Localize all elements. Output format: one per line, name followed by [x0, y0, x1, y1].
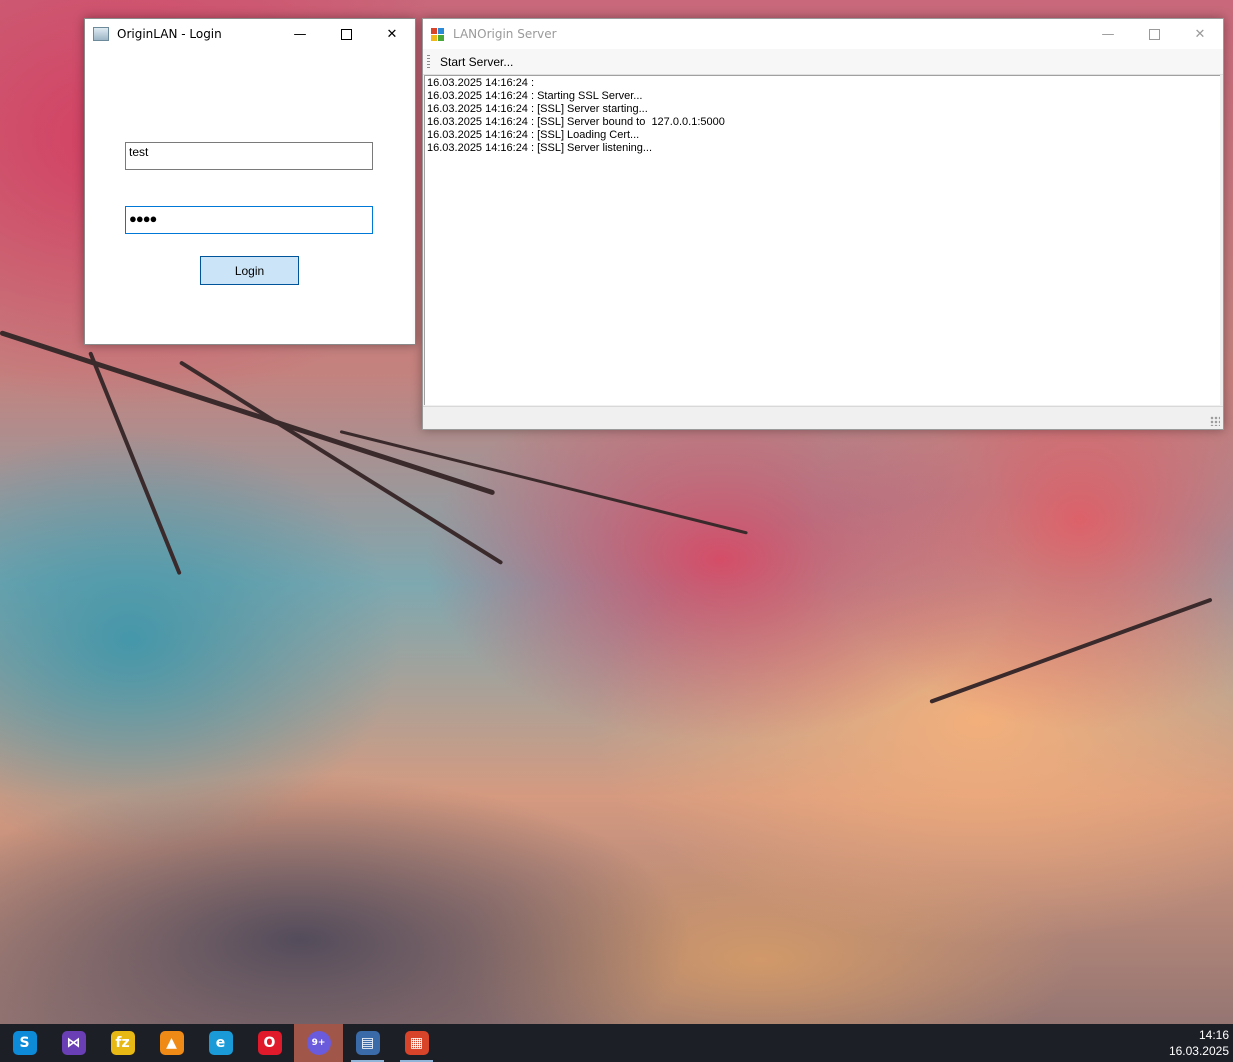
server-titlebar[interactable]: LANOrigin Server — ✕: [423, 19, 1223, 49]
vlc-icon: ▲: [159, 1031, 184, 1055]
clock-date: 16.03.2025: [1168, 1044, 1229, 1058]
taskbar-app-button[interactable]: O: [245, 1024, 294, 1062]
taskbar-app-button[interactable]: ▦: [392, 1024, 441, 1062]
window-app-icon: [93, 27, 109, 41]
server-window-title: LANOrigin Server: [453, 27, 557, 41]
minimize-button[interactable]: —: [1085, 19, 1131, 49]
password-input[interactable]: ●●●●: [125, 206, 373, 234]
visual-studio-icon: ⋈: [61, 1031, 86, 1055]
server-log[interactable]: 16.03.2025 14:16:24 :16.03.2025 14:16:24…: [424, 75, 1220, 405]
skype-icon: S: [12, 1031, 37, 1055]
log-line: 16.03.2025 14:16:24 : Starting SSL Serve…: [427, 90, 643, 102]
opera-icon: O: [257, 1031, 282, 1055]
maximize-icon: [1148, 28, 1160, 40]
taskbar-app-button[interactable]: ▤: [343, 1024, 392, 1062]
login-titlebar[interactable]: OriginLAN - Login — ✕: [85, 19, 415, 49]
wallpaper-branch: [929, 597, 1213, 704]
taskbar-clock[interactable]: 14:16 16.03.2025: [1169, 1027, 1229, 1059]
server-app-icon: [431, 27, 445, 41]
resize-grip-icon[interactable]: [1210, 416, 1220, 426]
wallpaper-branch: [339, 430, 748, 535]
start-server-button[interactable]: Start Server...: [438, 53, 515, 71]
status-bar: [423, 406, 1223, 429]
filezilla-icon: fz: [110, 1031, 135, 1055]
username-input[interactable]: test: [125, 142, 373, 170]
log-line: 16.03.2025 14:16:24 : [SSL] Server bound…: [427, 116, 725, 128]
log-line: 16.03.2025 14:16:24 : [SSL] Server liste…: [427, 142, 653, 154]
login-window: OriginLAN - Login — ✕ test ●●●● Login: [84, 18, 416, 345]
server-window: LANOrigin Server — ✕ Start Server... 16.…: [422, 18, 1224, 430]
edge-icon: e: [208, 1031, 233, 1055]
toolbar-grip-icon[interactable]: [427, 54, 430, 69]
maximize-button[interactable]: [323, 19, 369, 49]
taskbar-app-button[interactable]: ▲: [147, 1024, 196, 1062]
close-icon: ✕: [1194, 26, 1206, 42]
clock-time: 14:16: [1198, 1028, 1229, 1042]
taskbar-app-button[interactable]: S: [0, 1024, 49, 1062]
chat-app-icon: 9+: [306, 1031, 331, 1055]
log-line: 16.03.2025 14:16:24 : [SSL] Loading Cert…: [427, 129, 640, 141]
log-line: 16.03.2025 14:16:24 :: [427, 77, 535, 89]
minimize-button[interactable]: —: [277, 19, 323, 49]
minimize-icon: —: [1101, 26, 1115, 42]
close-button[interactable]: ✕: [1177, 19, 1223, 49]
taskbar-app-button[interactable]: fz: [98, 1024, 147, 1062]
login-window-icon: ▤: [355, 1031, 380, 1055]
maximize-button[interactable]: [1131, 19, 1177, 49]
server-window-icon: ▦: [404, 1031, 429, 1055]
log-line: 16.03.2025 14:16:24 : [SSL] Server start…: [427, 103, 648, 115]
login-button[interactable]: Login: [200, 256, 299, 285]
close-icon: ✕: [386, 26, 398, 42]
taskbar-app-button[interactable]: 9+: [294, 1024, 343, 1062]
login-window-title: OriginLAN - Login: [117, 27, 222, 41]
close-button[interactable]: ✕: [369, 19, 415, 49]
server-toolbar: Start Server...: [423, 49, 1223, 75]
taskbar-app-button[interactable]: e: [196, 1024, 245, 1062]
taskbar-app-button[interactable]: ⋈: [49, 1024, 98, 1062]
minimize-icon: —: [293, 26, 307, 42]
taskbar: S ⋈ fz ▲ e O 9+ ▤ ▦ 14:16 16.03.2025: [0, 1024, 1233, 1062]
maximize-icon: [340, 28, 352, 40]
